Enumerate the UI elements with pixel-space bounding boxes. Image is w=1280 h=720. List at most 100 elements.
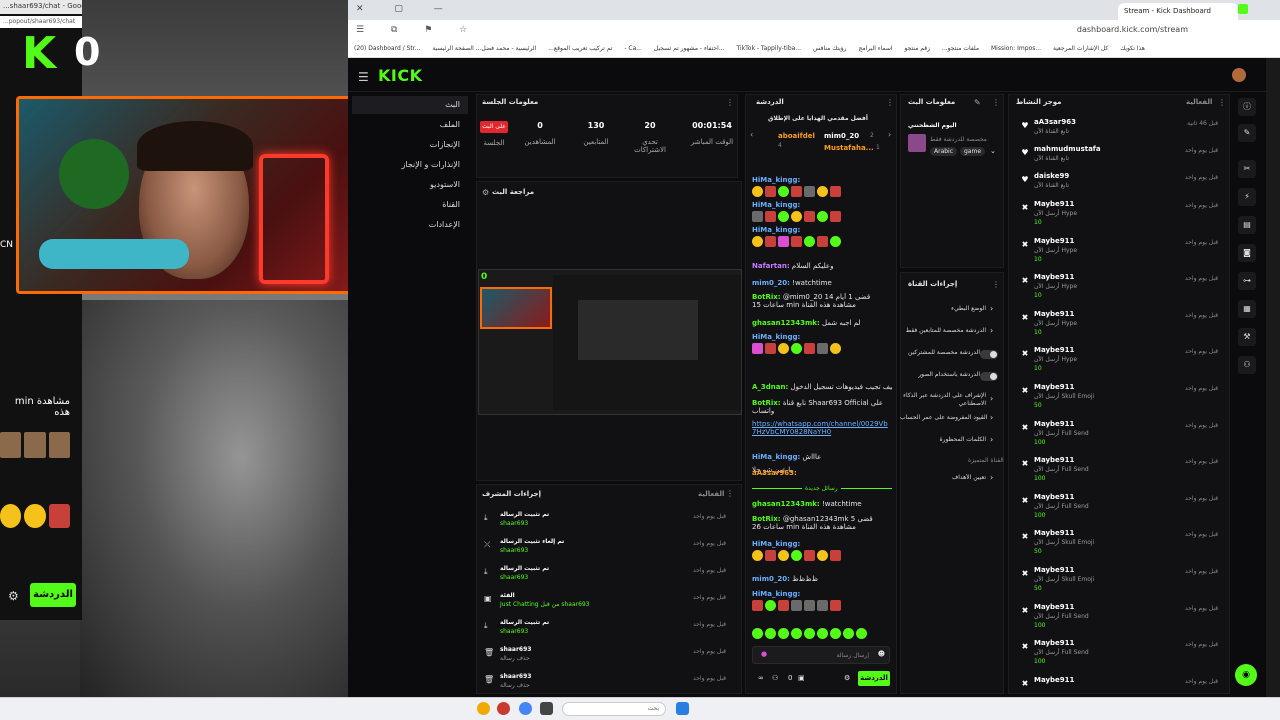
bookmark-item[interactable]: الرئيسية - محمد فضل... bbox=[476, 45, 537, 52]
activity-user[interactable]: Maybe911 bbox=[1034, 383, 1074, 391]
chat-user[interactable]: mim0_20: bbox=[752, 575, 790, 583]
activity-user[interactable]: Maybe911 bbox=[1034, 603, 1074, 611]
chat-user[interactable]: BotRix: bbox=[752, 515, 781, 523]
chat-user[interactable]: BotRix: bbox=[752, 293, 781, 301]
gifter-name[interactable]: aboaifdel bbox=[778, 132, 815, 140]
users-icon[interactable]: ⚇ bbox=[772, 674, 778, 682]
whatsapp-link[interactable]: https://whatsapp.com/channel/0029Vb7HzVb… bbox=[752, 420, 892, 440]
setting-account-age[interactable]: القيود المفروضة على عمر الحساب bbox=[900, 414, 1000, 430]
activity-user[interactable]: aA3sar963 bbox=[1034, 118, 1076, 126]
chat-user[interactable]: HiMa_kingg: bbox=[752, 333, 800, 341]
emote-icon[interactable] bbox=[817, 628, 828, 639]
chat-user[interactable]: mim0_20: bbox=[752, 279, 790, 287]
chevron-right-icon[interactable]: › bbox=[990, 413, 993, 422]
setting-banned-words[interactable]: الكلمات المحظورة bbox=[900, 436, 1000, 452]
chat-user[interactable]: HiMa_kingg: bbox=[752, 453, 800, 461]
chrome-icon[interactable] bbox=[519, 702, 532, 715]
subscribers-only-toggle[interactable] bbox=[980, 350, 998, 359]
browser-toolbar-icons[interactable]: ☰ ⧉ ⚑ ☆ bbox=[356, 25, 479, 35]
taskbar-search[interactable]: بحث bbox=[562, 702, 666, 716]
wrench-icon[interactable]: ⚒ bbox=[1238, 328, 1256, 346]
menu-icon[interactable]: ☰ bbox=[358, 70, 369, 84]
chat-user[interactable]: Nafartan: bbox=[752, 262, 790, 270]
gift-icon[interactable]: ▣ bbox=[798, 674, 805, 682]
lightning-icon[interactable]: ⚡ bbox=[1238, 188, 1256, 206]
emote-icon[interactable] bbox=[791, 628, 802, 639]
popout-chat-button[interactable]: الدردشة bbox=[30, 583, 76, 607]
chat-bubble-icon[interactable]: ◙ bbox=[1238, 244, 1256, 262]
chat-user[interactable]: HiMa_kingg: bbox=[752, 226, 800, 234]
nav-item-settings[interactable]: الإعدادات bbox=[352, 216, 468, 234]
emotes-only-toggle[interactable] bbox=[980, 372, 998, 381]
emote-icon[interactable] bbox=[778, 628, 789, 639]
activity-user[interactable]: Maybe911 bbox=[1034, 420, 1074, 428]
gear-icon[interactable]: ⚙ bbox=[8, 589, 19, 603]
more-icon[interactable]: ⋮ bbox=[726, 98, 734, 107]
activity-user[interactable]: mahmudmustafa bbox=[1034, 145, 1101, 153]
edit-icon[interactable]: ✎ bbox=[974, 98, 981, 107]
activity-user[interactable]: Maybe911 bbox=[1034, 566, 1074, 574]
chevron-down-icon[interactable]: ⌄ bbox=[990, 147, 996, 155]
nav-item-achievements[interactable]: الإنجازات bbox=[352, 136, 468, 154]
activity-user[interactable]: Maybe911 bbox=[1034, 273, 1074, 281]
activity-user[interactable]: Maybe911 bbox=[1034, 456, 1074, 464]
bookmark-item[interactable]: اسماء البرامج bbox=[858, 45, 892, 52]
url-text[interactable]: dashboard.kick.com/stream bbox=[998, 25, 1188, 34]
setting-goals[interactable]: تعيين الأهداف bbox=[900, 474, 1000, 490]
tab-kick-dashboard[interactable]: Stream - Kick Dashboard bbox=[1118, 3, 1238, 20]
activity-user[interactable]: Maybe911 bbox=[1034, 493, 1074, 501]
info-icon[interactable]: ⓘ bbox=[1238, 98, 1256, 116]
windows-start-icon[interactable] bbox=[676, 702, 689, 715]
chat-user[interactable]: HiMa_kingg: bbox=[752, 201, 800, 209]
activity-filter[interactable]: الفعالية bbox=[1186, 98, 1212, 106]
chat-user[interactable]: ghasan12343mk: bbox=[752, 319, 820, 327]
activity-user[interactable]: Maybe911 bbox=[1034, 346, 1074, 354]
chat-send-button[interactable]: الدردشة bbox=[858, 671, 890, 686]
bookmark-item[interactable]: Mission: Impos... bbox=[991, 45, 1041, 52]
bookmark-item[interactable]: احتفاء - مشهور تم تسجيل... bbox=[654, 45, 725, 52]
setting-slow-mode[interactable]: الوضع البطيء bbox=[900, 305, 1000, 321]
bookmark-item[interactable]: ملفات منتجو... bbox=[942, 45, 979, 52]
chevron-right-icon[interactable]: › bbox=[888, 130, 891, 139]
chat-input[interactable]: إرسال رسالة ☻ ● bbox=[752, 646, 890, 664]
more-icon[interactable]: ⋮ bbox=[886, 98, 894, 107]
chevron-right-icon[interactable]: › bbox=[990, 473, 993, 482]
link-icon[interactable]: ∞ bbox=[758, 674, 764, 682]
bookmark-item[interactable]: تم تركيب تعريب الموقع... bbox=[548, 45, 612, 52]
chat-user[interactable]: A_3dnan: bbox=[752, 383, 788, 391]
more-icon[interactable]: ⋮ bbox=[992, 280, 1000, 289]
chevron-right-icon[interactable]: › bbox=[990, 326, 993, 335]
chevron-right-icon[interactable]: › bbox=[990, 435, 993, 444]
more-icon[interactable]: ⋮ bbox=[1218, 98, 1226, 107]
gifter-name[interactable]: Mustafaha... bbox=[824, 144, 874, 152]
file-explorer-icon[interactable] bbox=[540, 702, 553, 715]
setting-followers-only[interactable]: الدردشة مخصصة للمتابعين فقط bbox=[900, 327, 1000, 343]
window-controls[interactable]: ✕ ▢ — bbox=[356, 4, 457, 14]
emote-icon[interactable] bbox=[830, 628, 841, 639]
activity-user[interactable]: Maybe911 bbox=[1034, 639, 1074, 647]
tag-chip[interactable]: Arabic bbox=[930, 147, 958, 156]
mod-actions-filter[interactable]: الفعالية bbox=[698, 490, 724, 498]
emote-icon[interactable] bbox=[765, 628, 776, 639]
chevron-left-icon[interactable]: ‹ bbox=[750, 130, 753, 139]
bookmark-item[interactable]: كل الإشارات المرجعية bbox=[1053, 45, 1108, 52]
emote-icon[interactable] bbox=[843, 628, 854, 639]
chat-user[interactable]: ghasan12343mk: bbox=[752, 500, 820, 508]
edit-icon[interactable]: ✎ bbox=[1238, 124, 1256, 142]
kick-logo[interactable]: KICK bbox=[378, 66, 423, 85]
activity-user[interactable]: Maybe911 bbox=[1034, 529, 1074, 537]
chat-user[interactable]: aA3sar963: bbox=[752, 469, 797, 477]
activity-user[interactable]: Maybe911 bbox=[1034, 676, 1074, 684]
nav-item-profile[interactable]: الملف bbox=[352, 116, 468, 134]
chat-user[interactable]: HiMa_kingg: bbox=[752, 540, 800, 548]
clip-icon[interactable]: ✂ bbox=[1238, 160, 1256, 178]
chat-user[interactable]: HiMa_kingg: bbox=[752, 176, 800, 184]
bookmark-item[interactable]: رؤيتك منافس bbox=[813, 45, 847, 52]
setting-ai-moderation[interactable]: الإشراف على الدردشة عبر الذكاء الاصطناعي bbox=[900, 392, 1000, 412]
chevron-right-icon[interactable]: › bbox=[990, 394, 993, 403]
nav-item-alerts[interactable]: الإنذارات و الإنجاز bbox=[352, 156, 468, 174]
chat-user[interactable]: BotRix: bbox=[752, 399, 781, 407]
avatar[interactable] bbox=[1232, 68, 1246, 82]
chat-fab-icon[interactable]: ◉ bbox=[1235, 664, 1257, 686]
activity-user[interactable]: daiske99 bbox=[1034, 172, 1069, 180]
